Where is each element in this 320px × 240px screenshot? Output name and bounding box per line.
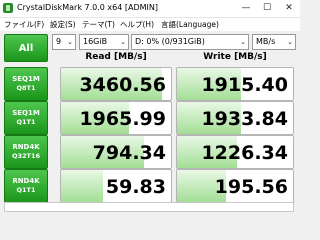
close-button[interactable]: ✕ bbox=[279, 0, 299, 17]
write-value: 1915.40 bbox=[201, 74, 288, 96]
write-value: 1226.34 bbox=[201, 142, 288, 164]
unit-select[interactable]: MB/s ⌄ bbox=[252, 34, 296, 50]
write-value: 1933.84 bbox=[201, 108, 288, 130]
read-header: Read [MB/s] bbox=[85, 52, 147, 62]
test-name: SEQ1M bbox=[12, 75, 40, 83]
menu-language[interactable]: 言語(Language) bbox=[161, 19, 219, 30]
title-bar: CrystalDiskMark 7.0.0 x64 [ADMIN] — ☐ ✕ bbox=[0, 0, 300, 18]
all-button[interactable]: All bbox=[4, 34, 48, 62]
test-count-select[interactable]: 9 ⌄ bbox=[52, 34, 76, 50]
read-value: 794.34 bbox=[92, 142, 166, 164]
menu-settings[interactable]: 設定(S) bbox=[50, 19, 76, 30]
test-name: RND4K bbox=[12, 177, 40, 185]
read-value: 1965.99 bbox=[79, 108, 166, 130]
test-params: Q1T1 bbox=[16, 186, 36, 194]
read-result-cell: 794.34 bbox=[60, 135, 172, 169]
unit-value: MB/s bbox=[256, 37, 276, 46]
test-name: SEQ1M bbox=[12, 109, 40, 117]
test-name: RND4K bbox=[12, 143, 40, 151]
chevron-down-icon: ⌄ bbox=[287, 38, 293, 46]
write-result-cell: 1933.84 bbox=[176, 101, 294, 135]
test-button-rnd4k-q1t1[interactable]: RND4K Q1T1 bbox=[4, 169, 48, 203]
test-count-value: 9 bbox=[56, 37, 62, 46]
menu-file[interactable]: ファイル(F) bbox=[4, 19, 44, 30]
menu-theme[interactable]: テーマ(T) bbox=[82, 19, 115, 30]
menu-help[interactable]: ヘルプ(H) bbox=[120, 19, 154, 30]
write-result-cell: 195.56 bbox=[176, 169, 294, 203]
read-result-cell: 1965.99 bbox=[60, 101, 172, 135]
read-bar bbox=[61, 170, 103, 202]
test-params: Q32T16 bbox=[11, 152, 41, 160]
write-value: 195.56 bbox=[214, 176, 288, 198]
write-result-cell: 1226.34 bbox=[176, 135, 294, 169]
minimize-button[interactable]: — bbox=[236, 0, 256, 17]
chevron-down-icon: ⌄ bbox=[120, 38, 126, 46]
read-result-cell: 3460.56 bbox=[60, 67, 172, 101]
drive-value: D: 0% (0/931GiB) bbox=[135, 37, 205, 46]
app-icon bbox=[3, 3, 13, 13]
read-value: 3460.56 bbox=[79, 74, 166, 96]
chevron-down-icon: ⌄ bbox=[240, 38, 246, 46]
test-button-seq1m-q1t1[interactable]: SEQ1M Q1T1 bbox=[4, 101, 48, 135]
write-result-cell: 1915.40 bbox=[176, 67, 294, 101]
maximize-button[interactable]: ☐ bbox=[257, 0, 277, 17]
drive-select[interactable]: D: 0% (0/931GiB) ⌄ bbox=[131, 34, 249, 50]
read-result-cell: 59.83 bbox=[60, 169, 172, 203]
test-params: Q1T1 bbox=[16, 118, 36, 126]
test-button-seq1m-q8t1[interactable]: SEQ1M Q8T1 bbox=[4, 67, 48, 101]
test-size-value: 16GiB bbox=[83, 37, 108, 46]
menu-bar: ファイル(F) 設定(S) テーマ(T) ヘルプ(H) 言語(Language) bbox=[0, 18, 300, 31]
window-title: CrystalDiskMark 7.0.0 x64 [ADMIN] bbox=[17, 3, 158, 12]
test-size-select[interactable]: 16GiB ⌄ bbox=[79, 34, 129, 50]
chevron-down-icon: ⌄ bbox=[67, 38, 73, 46]
comment-input[interactable] bbox=[4, 202, 294, 212]
test-button-rnd4k-q32t16[interactable]: RND4K Q32T16 bbox=[4, 135, 48, 169]
write-header: Write [MB/s] bbox=[203, 52, 267, 62]
read-value: 59.83 bbox=[105, 176, 166, 198]
test-params: Q8T1 bbox=[16, 84, 36, 92]
